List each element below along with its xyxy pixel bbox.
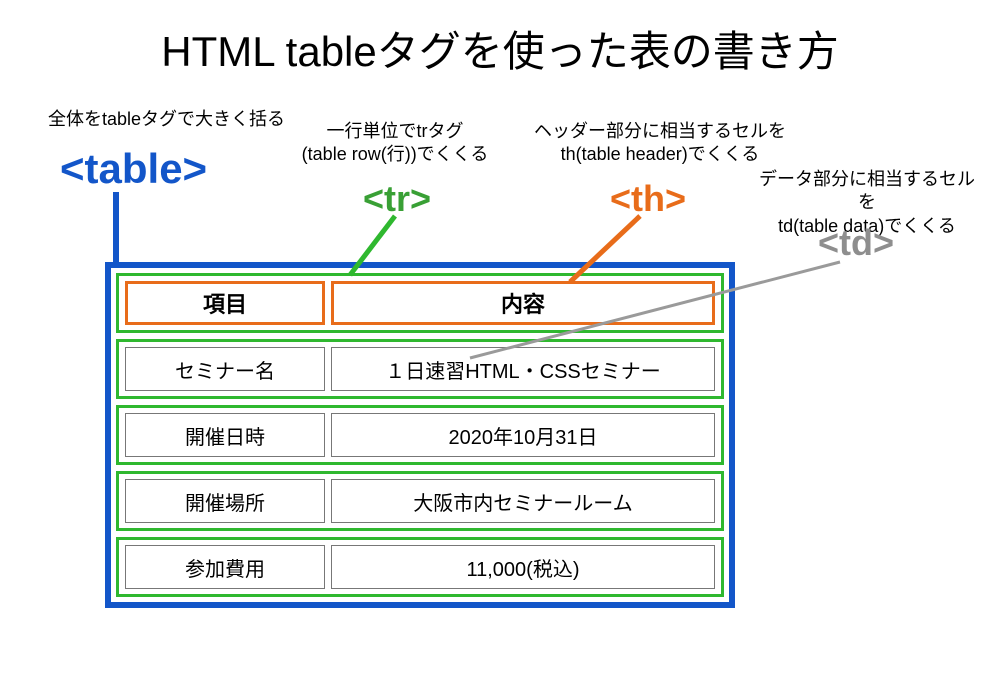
annotation-th-line1: ヘッダー部分に相当するセルを bbox=[534, 121, 786, 141]
tag-label-table: <table> bbox=[60, 145, 207, 193]
td-cell-value: 大阪市内セミナールーム bbox=[331, 479, 715, 523]
td-cell-value: １日速習HTML・CSSセミナー bbox=[331, 347, 715, 391]
annotation-tr-desc: 一行単位でtrタグ (table row(行))でくくる bbox=[290, 120, 500, 167]
td-cell-value: 11,000(税込) bbox=[331, 545, 715, 589]
td-cell-label: 参加費用 bbox=[125, 545, 325, 589]
td-cell-label: 開催場所 bbox=[125, 479, 325, 523]
annotation-th-desc: ヘッダー部分に相当するセルを th(table header)でくくる bbox=[520, 120, 800, 167]
table-header-row: 項目 内容 bbox=[116, 273, 724, 333]
table-row: 参加費用 11,000(税込) bbox=[116, 537, 724, 597]
annotation-tr-line2: (table row(行))でくくる bbox=[302, 144, 489, 164]
table-row: 開催日時 2020年10月31日 bbox=[116, 405, 724, 465]
page-title: HTML tableタグを使った表の書き方 bbox=[0, 0, 1000, 79]
td-cell-label: 開催日時 bbox=[125, 413, 325, 457]
td-cell-label: セミナー名 bbox=[125, 347, 325, 391]
annotation-tr-line1: 一行単位でtrタグ bbox=[327, 121, 464, 141]
th-cell-col2: 内容 bbox=[331, 281, 715, 325]
tag-label-tr: <tr> bbox=[363, 178, 431, 220]
tag-label-th: <th> bbox=[610, 178, 686, 220]
table-row: セミナー名 １日速習HTML・CSSセミナー bbox=[116, 339, 724, 399]
annotation-table-desc: 全体をtableタグで大きく括る bbox=[48, 108, 285, 131]
annotation-td-line1: データ部分に相当するセルを bbox=[759, 169, 975, 212]
tag-label-td: <td> bbox=[818, 222, 894, 264]
table-box: 項目 内容 セミナー名 １日速習HTML・CSSセミナー 開催日時 2020年1… bbox=[105, 262, 735, 608]
td-cell-value: 2020年10月31日 bbox=[331, 413, 715, 457]
th-cell-col1: 項目 bbox=[125, 281, 325, 325]
annotation-th-line2: th(table header)でくくる bbox=[561, 144, 760, 164]
table-row: 開催場所 大阪市内セミナールーム bbox=[116, 471, 724, 531]
